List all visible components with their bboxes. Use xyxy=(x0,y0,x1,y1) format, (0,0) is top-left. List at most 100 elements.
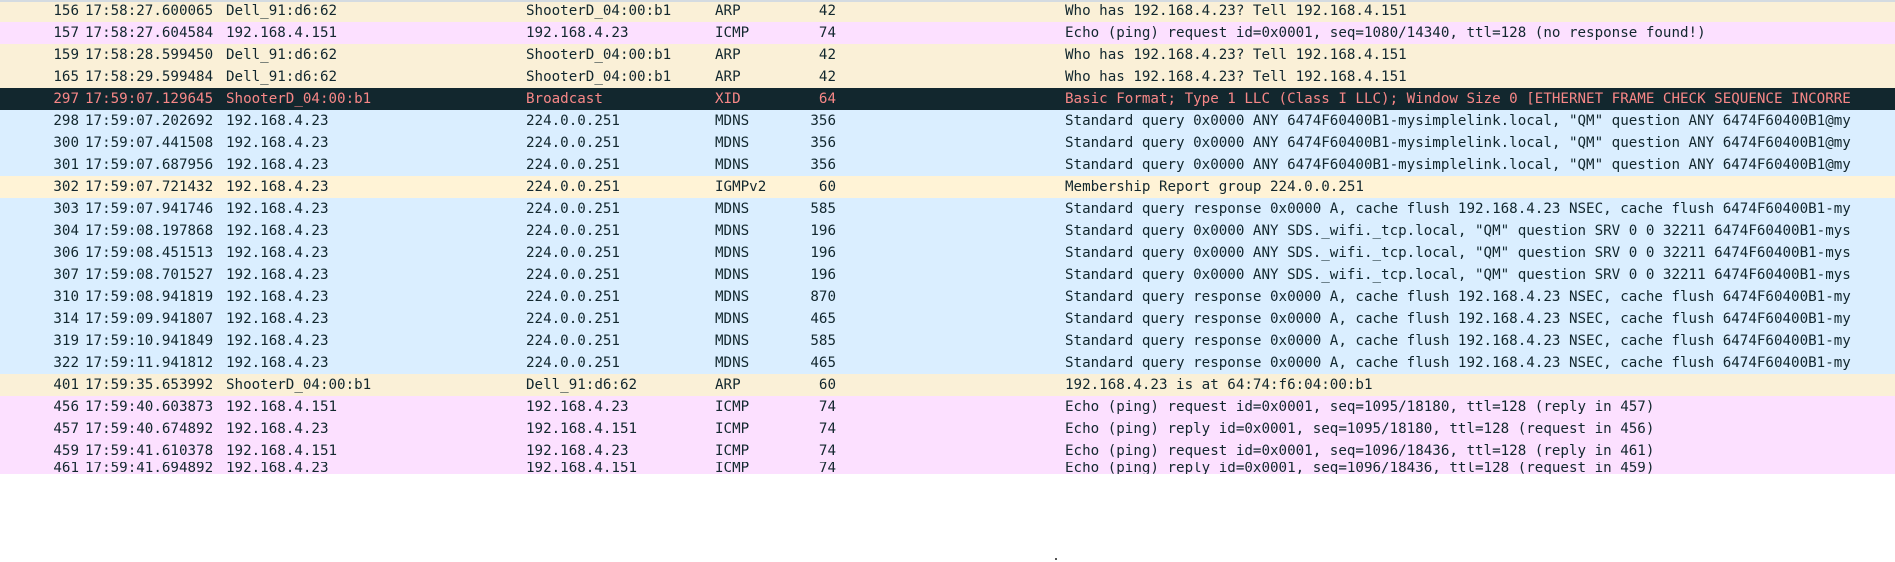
packet-length: 196 xyxy=(810,223,836,239)
packet-info: Standard query response 0x0000 A, cache … xyxy=(1065,311,1851,327)
packet-row[interactable]: 165 17:58:29.599484 Dell_91:d6:62 ShooterD_… xyxy=(0,66,1895,88)
packet-source: 192.168.4.23 xyxy=(226,462,329,474)
packet-row[interactable]: 156 17:58:27.600065 Dell_91:d6:62 ShooterD_… xyxy=(0,0,1895,22)
packet-row[interactable]: 456 17:59:40.603873 192.168.4.151 192.168.4… xyxy=(0,396,1895,418)
packet-number: 401 xyxy=(53,377,79,393)
packet-source: 192.168.4.151 xyxy=(226,443,338,459)
packet-destination: ShooterD_04:00:b1 xyxy=(526,3,672,19)
packet-source: 192.168.4.23 xyxy=(226,421,329,437)
packet-row[interactable]: 297 17:59:07.129645 ShooterD_04:00:b1 Broad… xyxy=(0,88,1895,110)
packet-row[interactable]: 322 17:59:11.941812 192.168.4.23 224.0.0.25… xyxy=(0,352,1895,374)
packet-protocol: ICMP xyxy=(715,25,750,41)
packet-row[interactable]: 298 17:59:07.202692 192.168.4.23 224.0.0.25… xyxy=(0,110,1895,132)
packet-length: 42 xyxy=(818,47,836,63)
packet-number: 165 xyxy=(53,69,79,85)
packet-protocol: XID xyxy=(715,91,741,107)
packet-source: 192.168.4.23 xyxy=(226,223,329,239)
packet-number: 314 xyxy=(53,311,79,327)
packet-row[interactable]: 307 17:59:08.701527 192.168.4.23 224.0.0.25… xyxy=(0,264,1895,286)
packet-time: 17:59:07.721432 xyxy=(85,179,214,195)
packet-destination: 224.0.0.251 xyxy=(526,201,620,217)
packet-source: 192.168.4.23 xyxy=(226,113,329,129)
packet-destination: 224.0.0.251 xyxy=(526,333,620,349)
packet-row[interactable]: 314 17:59:09.941807 192.168.4.23 224.0.0.25… xyxy=(0,308,1895,330)
packet-protocol: ICMP xyxy=(715,399,750,415)
packet-source: 192.168.4.151 xyxy=(226,399,338,415)
packet-number: 307 xyxy=(53,267,79,283)
packet-protocol: ARP xyxy=(715,69,741,85)
packet-row[interactable]: 304 17:59:08.197868 192.168.4.23 224.0.0.25… xyxy=(0,220,1895,242)
packet-length: 74 xyxy=(818,25,836,41)
packet-source: Dell_91:d6:62 xyxy=(226,3,338,19)
packet-length: 585 xyxy=(810,201,836,217)
packet-time: 17:58:28.599450 xyxy=(85,47,214,63)
packet-destination: 224.0.0.251 xyxy=(526,157,620,173)
packet-info: Echo (ping) request id=0x0001, seq=1096/… xyxy=(1065,443,1655,459)
packet-row[interactable]: 301 17:59:07.687956 192.168.4.23 224.0.0.25… xyxy=(0,154,1895,176)
packet-info: Echo (ping) reply id=0x0001, seq=1095/18… xyxy=(1065,421,1655,437)
packet-source: 192.168.4.23 xyxy=(226,135,329,151)
packet-row[interactable]: 459 17:59:41.610378 192.168.4.151 192.168.4… xyxy=(0,440,1895,462)
packet-length: 64 xyxy=(818,91,836,107)
packet-row[interactable]: 159 17:58:28.599450 Dell_91:d6:62 ShooterD_… xyxy=(0,44,1895,66)
packet-row[interactable]: 461 17:59:41.694892 192.168.4.23 192.168.4.… xyxy=(0,462,1895,474)
packet-list[interactable]: 156 17:58:27.600065 Dell_91:d6:62 ShooterD_… xyxy=(0,0,1895,474)
packet-info: Membership Report group 224.0.0.251 xyxy=(1065,179,1364,195)
packet-info: Standard query 0x0000 ANY SDS._wifi._tcp… xyxy=(1065,267,1851,283)
packet-protocol: MDNS xyxy=(715,311,750,327)
packet-info: Echo (ping) request id=0x0001, seq=1095/… xyxy=(1065,399,1655,415)
packet-source: ShooterD_04:00:b1 xyxy=(226,377,372,393)
packet-destination: Broadcast xyxy=(526,91,603,107)
packet-number: 303 xyxy=(53,201,79,217)
packet-info: Standard query 0x0000 ANY 6474F60400B1-m… xyxy=(1065,157,1851,173)
packet-time: 17:59:10.941849 xyxy=(85,333,214,349)
packet-row[interactable]: 319 17:59:10.941849 192.168.4.23 224.0.0.25… xyxy=(0,330,1895,352)
packet-info: Echo (ping) reply id=0x0001, seq=1096/18… xyxy=(1065,462,1655,474)
packet-protocol: MDNS xyxy=(715,223,750,239)
packet-destination: 224.0.0.251 xyxy=(526,245,620,261)
packet-time: 17:59:07.129645 xyxy=(85,91,214,107)
packet-row[interactable]: 310 17:59:08.941819 192.168.4.23 224.0.0.25… xyxy=(0,286,1895,308)
packet-row[interactable]: 401 17:59:35.653992 ShooterD_04:00:b1 Dell_… xyxy=(0,374,1895,396)
packet-number: 304 xyxy=(53,223,79,239)
packet-source: 192.168.4.23 xyxy=(226,289,329,305)
packet-row[interactable]: 157 17:58:27.604584 192.168.4.151 192.168.4… xyxy=(0,22,1895,44)
packet-row[interactable]: 302 17:59:07.721432 192.168.4.23 224.0.0.25… xyxy=(0,176,1895,198)
packet-time: 17:59:40.603873 xyxy=(85,399,214,415)
packet-time: 17:59:08.197868 xyxy=(85,223,214,239)
packet-number: 459 xyxy=(53,443,79,459)
packet-time: 17:59:41.610378 xyxy=(85,443,214,459)
packet-protocol: ICMP xyxy=(715,421,750,437)
packet-row[interactable]: 300 17:59:07.441508 192.168.4.23 224.0.0.25… xyxy=(0,132,1895,154)
packet-info: Who has 192.168.4.23? Tell 192.168.4.151 xyxy=(1065,3,1407,19)
packet-length: 870 xyxy=(810,289,836,305)
packet-row[interactable]: 306 17:59:08.451513 192.168.4.23 224.0.0.25… xyxy=(0,242,1895,264)
packet-destination: 224.0.0.251 xyxy=(526,223,620,239)
packet-source: Dell_91:d6:62 xyxy=(226,69,338,85)
packet-info: Standard query 0x0000 ANY 6474F60400B1-m… xyxy=(1065,113,1851,129)
packet-destination: 192.168.4.23 xyxy=(526,399,629,415)
packet-info: Standard query 0x0000 ANY SDS._wifi._tcp… xyxy=(1065,223,1851,239)
packet-source: ShooterD_04:00:b1 xyxy=(226,91,372,107)
packet-destination: 192.168.4.151 xyxy=(526,462,638,474)
packet-number: 159 xyxy=(53,47,79,63)
packet-source: 192.168.4.23 xyxy=(226,355,329,371)
packet-source: 192.168.4.23 xyxy=(226,333,329,349)
packet-number: 461 xyxy=(53,462,79,474)
resize-handle[interactable] xyxy=(1055,558,1057,560)
packet-length: 74 xyxy=(818,462,836,474)
packet-row[interactable]: 303 17:59:07.941746 192.168.4.23 224.0.0.25… xyxy=(0,198,1895,220)
packet-info: Basic Format; Type 1 LLC (Class I LLC); … xyxy=(1065,91,1851,107)
packet-destination: 224.0.0.251 xyxy=(526,355,620,371)
packet-time: 17:59:08.941819 xyxy=(85,289,214,305)
packet-row[interactable]: 457 17:59:40.674892 192.168.4.23 192.168.4.… xyxy=(0,418,1895,440)
packet-source: 192.168.4.23 xyxy=(226,157,329,173)
packet-length: 465 xyxy=(810,355,836,371)
packet-length: 74 xyxy=(818,443,836,459)
packet-time: 17:59:08.701527 xyxy=(85,267,214,283)
packet-protocol: MDNS xyxy=(715,201,750,217)
packet-time: 17:59:09.941807 xyxy=(85,311,214,327)
packet-time: 17:59:41.694892 xyxy=(85,462,214,474)
packet-source: 192.168.4.151 xyxy=(226,25,338,41)
packet-length: 42 xyxy=(818,3,836,19)
